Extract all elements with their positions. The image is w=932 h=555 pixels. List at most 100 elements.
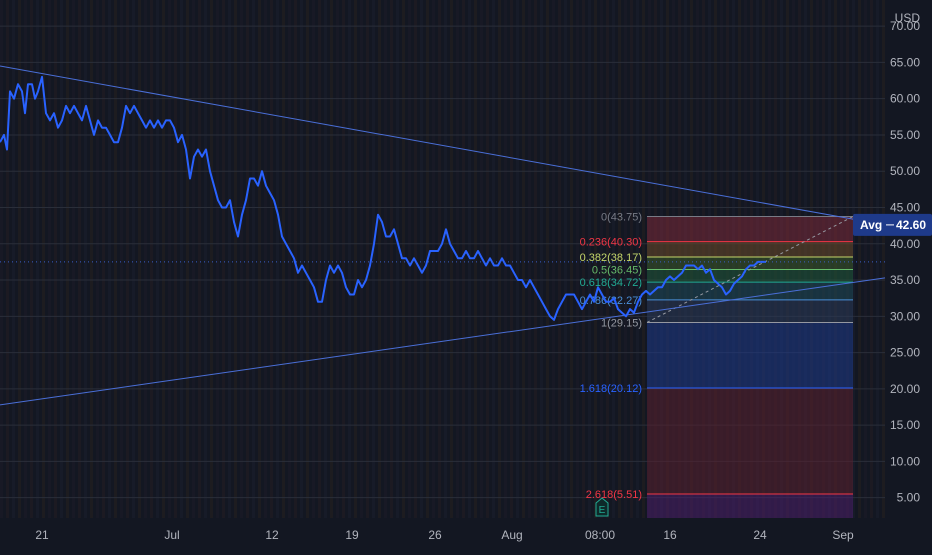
y-tick-label: 40.00: [890, 237, 920, 251]
bg-stripe: [192, 0, 195, 518]
bg-stripe: [12, 0, 15, 518]
bg-stripe: [18, 0, 21, 518]
fib-level-label: 0.236(40.30): [580, 237, 642, 249]
bg-stripe: [390, 0, 393, 518]
x-tick-label: 21: [35, 528, 49, 542]
bg-stripe: [504, 0, 507, 518]
bg-stripe: [36, 0, 39, 518]
bg-stripe: [516, 0, 519, 518]
bg-stripe: [858, 0, 861, 518]
bg-stripe: [54, 0, 57, 518]
fib-level-label: 0.618(34.72): [580, 277, 642, 289]
fib-zone: [647, 241, 853, 258]
fib-zone: [647, 257, 853, 270]
time-axis-bg: [0, 518, 932, 550]
bg-stripe: [264, 0, 267, 518]
y-tick-label: 65.00: [890, 55, 920, 69]
fib-zone: [647, 216, 853, 242]
bg-stripe: [48, 0, 51, 518]
bg-stripe: [546, 0, 549, 518]
bg-stripe: [78, 0, 81, 518]
y-tick-label: 35.00: [890, 273, 920, 287]
fib-zone: [647, 299, 853, 323]
bg-stripe: [306, 0, 309, 518]
bg-stripe: [876, 0, 879, 518]
bg-stripe: [540, 0, 543, 518]
bg-stripe: [210, 0, 213, 518]
bg-stripe: [576, 0, 579, 518]
bg-stripe: [270, 0, 273, 518]
bg-stripe: [534, 0, 537, 518]
fib-level-label: 0(43.75): [601, 212, 642, 224]
bg-stripe: [438, 0, 441, 518]
bg-stripe: [234, 0, 237, 518]
bg-stripe: [252, 0, 255, 518]
bg-stripe: [186, 0, 189, 518]
x-tick-label: 19: [345, 528, 359, 542]
avg-label: Avg: [860, 218, 882, 232]
bg-stripe: [162, 0, 165, 518]
bg-stripe: [300, 0, 303, 518]
fib-zone: [647, 493, 853, 518]
y-tick-label: 50.00: [890, 164, 920, 178]
bg-stripe: [144, 0, 147, 518]
bg-stripe: [552, 0, 555, 518]
currency-label: USD: [895, 11, 921, 25]
y-tick-label: 45.00: [890, 200, 920, 214]
bg-stripe: [366, 0, 369, 518]
bg-stripe: [96, 0, 99, 518]
bg-stripe: [564, 0, 567, 518]
bg-stripe: [378, 0, 381, 518]
bg-stripe: [444, 0, 447, 518]
bg-stripe: [258, 0, 261, 518]
bg-stripe: [24, 0, 27, 518]
fib-level-label: 1(29.15): [601, 317, 642, 329]
bg-stripe: [132, 0, 135, 518]
x-tick-label: 26: [428, 528, 442, 542]
y-tick-label: 15.00: [890, 418, 920, 432]
bg-stripe: [420, 0, 423, 518]
x-tick-label: 16: [663, 528, 677, 542]
bg-stripe: [342, 0, 345, 518]
bg-stripe: [528, 0, 531, 518]
bg-stripe: [450, 0, 453, 518]
bg-stripe: [570, 0, 573, 518]
bg-stripe: [432, 0, 435, 518]
bg-stripe: [84, 0, 87, 518]
fib-level-label: 2.618(5.51): [586, 489, 642, 501]
bg-stripe: [72, 0, 75, 518]
y-tick-label: 30.00: [890, 309, 920, 323]
bg-stripe: [114, 0, 117, 518]
x-tick-label: Jul: [164, 528, 179, 542]
bg-stripe: [138, 0, 141, 518]
bg-stripe: [522, 0, 525, 518]
bg-stripe: [354, 0, 357, 518]
bg-stripe: [312, 0, 315, 518]
bg-stripe: [372, 0, 375, 518]
bg-stripe: [6, 0, 9, 518]
bg-stripe: [408, 0, 411, 518]
fib-zone: [647, 387, 853, 494]
fib-zone: [647, 322, 853, 388]
bg-stripe: [642, 0, 645, 518]
bg-stripe: [282, 0, 285, 518]
bg-stripe: [228, 0, 231, 518]
bg-stripe: [156, 0, 159, 518]
bg-stripe: [492, 0, 495, 518]
bg-stripe: [126, 0, 129, 518]
bg-stripe: [864, 0, 867, 518]
bg-stripe: [204, 0, 207, 518]
bg-stripe: [198, 0, 201, 518]
y-tick-label: 60.00: [890, 92, 920, 106]
bg-stripe: [336, 0, 339, 518]
bg-stripe: [150, 0, 153, 518]
chart-area[interactable]: 0(43.75) 0.236(40.30) 0.382(38.17) 0.5(36.4…: [0, 0, 932, 550]
bg-stripe: [324, 0, 327, 518]
x-tick-label: Sep: [832, 528, 854, 542]
x-tick-label: 24: [753, 528, 767, 542]
bg-stripe: [120, 0, 123, 518]
y-tick-label: 10.00: [890, 454, 920, 468]
bg-stripe: [90, 0, 93, 518]
bg-stripe: [102, 0, 105, 518]
y-tick-label: 5.00: [897, 491, 921, 505]
